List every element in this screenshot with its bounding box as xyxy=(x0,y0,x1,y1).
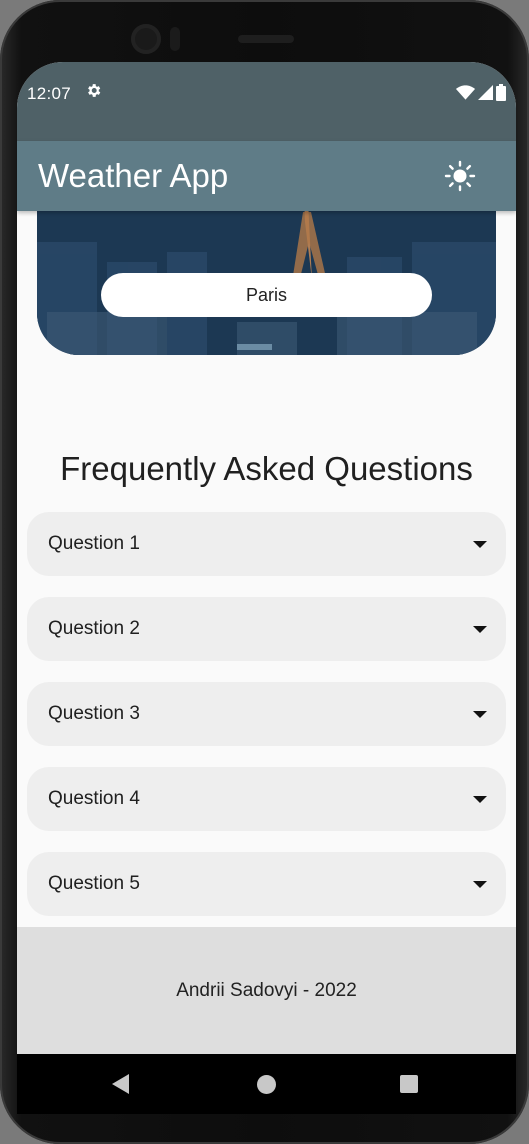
home-icon[interactable] xyxy=(257,1075,276,1094)
faq-title: Frequently Asked Questions xyxy=(60,450,473,487)
faq-question-5[interactable]: Question 5 xyxy=(27,852,506,916)
earpiece-speaker xyxy=(238,35,294,43)
caret-down-icon xyxy=(473,711,487,718)
faq-question-label: Question 5 xyxy=(48,873,140,894)
front-camera xyxy=(131,24,161,54)
caret-down-icon xyxy=(473,796,487,803)
gear-icon xyxy=(85,82,102,105)
wifi-icon xyxy=(456,85,475,105)
screen: 12:07 Paris Weather App Frequently Asked… xyxy=(17,62,516,1114)
phone-frame: 12:07 Paris Weather App Frequently Asked… xyxy=(0,0,529,1144)
proximity-sensor xyxy=(170,27,180,51)
back-icon[interactable] xyxy=(112,1074,129,1094)
signal-icon xyxy=(478,85,493,105)
faq-question-label: Question 1 xyxy=(48,533,140,554)
faq-question-2[interactable]: Question 2 xyxy=(27,597,506,661)
recents-icon[interactable] xyxy=(400,1075,418,1093)
system-nav-bar xyxy=(17,1054,516,1114)
faq-question-3[interactable]: Question 3 xyxy=(27,682,506,746)
faq-question-label: Question 3 xyxy=(48,703,140,724)
caret-down-icon xyxy=(473,626,487,633)
status-bar: 12:07 xyxy=(17,62,516,141)
status-icons xyxy=(456,84,506,106)
caret-down-icon xyxy=(473,541,487,548)
caret-down-icon xyxy=(473,881,487,888)
faq-question-4[interactable]: Question 4 xyxy=(27,767,506,831)
status-time: 12:07 xyxy=(27,84,72,103)
sun-icon xyxy=(444,160,476,192)
theme-toggle-button[interactable] xyxy=(443,159,477,193)
faq-question-label: Question 4 xyxy=(48,788,140,809)
app-title: Weather App xyxy=(38,157,229,194)
app-bar: Weather App xyxy=(17,141,516,211)
city-search-input[interactable]: Paris xyxy=(101,273,432,317)
footer: Andrii Sadovyi - 2022 xyxy=(17,927,516,1054)
faq-question-label: Question 2 xyxy=(48,618,140,639)
footer-text: Andrii Sadovyi - 2022 xyxy=(176,979,357,1001)
battery-icon xyxy=(496,84,506,106)
faq-question-1[interactable]: Question 1 xyxy=(27,512,506,576)
